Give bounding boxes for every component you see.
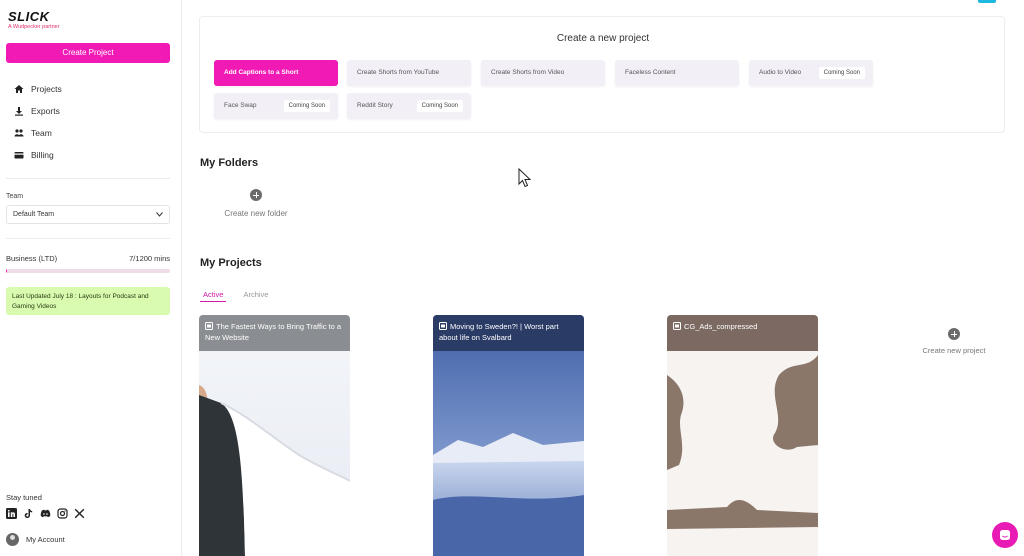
sidebar-item-billing[interactable]: Billing <box>14 144 174 166</box>
my-account[interactable]: My Account <box>6 533 65 546</box>
project-thumbnail <box>667 315 818 556</box>
option-audio-to-video[interactable]: Audio to Video Coming Soon <box>749 60 873 86</box>
sidebar-nav: Projects Exports Team Billing <box>14 78 174 166</box>
option-label: Reddit Story <box>357 102 393 109</box>
video-icon <box>673 322 681 330</box>
coming-soon-badge: Coming Soon <box>416 100 463 112</box>
chat-support-button[interactable] <box>992 522 1018 548</box>
divider <box>6 178 170 179</box>
coming-soon-badge: Coming Soon <box>818 67 865 79</box>
x-icon[interactable] <box>74 506 85 519</box>
chat-icon <box>1000 530 1010 540</box>
project-title-text: CG_Ads_compressed <box>684 322 758 331</box>
project-thumbnail <box>433 315 584 556</box>
project-card[interactable]: The Fastest Ways to Bring Traffic to a N… <box>199 315 350 556</box>
sidebar-item-label: Exports <box>31 106 60 116</box>
plan-minutes: 7/1200 mins <box>129 254 170 263</box>
option-face-swap[interactable]: Face Swap Coming Soon <box>214 93 338 119</box>
linkedin-icon[interactable] <box>6 506 17 519</box>
option-label: Audio to Video <box>759 69 802 76</box>
project-card[interactable]: Moving to Sweden?! | Worst part about li… <box>433 315 584 556</box>
option-add-captions[interactable]: Add Captions to a Short <box>214 60 338 86</box>
option-reddit-story[interactable]: Reddit Story Coming Soon <box>347 93 471 119</box>
tab-active[interactable]: Active <box>200 290 227 302</box>
stay-tuned-label: Stay tuned <box>6 493 42 502</box>
top-right-button[interactable] <box>978 0 996 3</box>
social-links <box>6 506 85 519</box>
option-label: Add Captions to a Short <box>224 69 299 76</box>
account-label: My Account <box>26 535 65 544</box>
project-card-title: CG_Ads_compressed <box>667 315 818 351</box>
card-icon <box>14 152 24 159</box>
team-select-value: Default Team <box>13 211 55 218</box>
plus-circle-icon <box>250 189 262 201</box>
instagram-icon[interactable] <box>57 506 68 519</box>
brand-subtitle: A Wudpecker partner <box>8 24 60 30</box>
usage-progress-bar <box>6 269 170 273</box>
update-notice: Last Updated July 18 : Layouts for Podca… <box>6 287 170 315</box>
folders-title: My Folders <box>200 157 259 169</box>
sidebar-item-projects[interactable]: Projects <box>14 78 174 100</box>
divider <box>6 238 170 239</box>
project-title-text: Moving to Sweden?! | Worst part about li… <box>439 322 559 342</box>
plus-circle-icon <box>948 328 960 340</box>
home-icon <box>14 85 24 93</box>
create-folder-label: Create new folder <box>224 209 288 218</box>
brand-logo: SLICK <box>8 9 50 24</box>
option-faceless-content[interactable]: Faceless Content <box>615 60 739 86</box>
option-shorts-video[interactable]: Create Shorts from Video <box>481 60 605 86</box>
team-icon <box>14 129 24 137</box>
create-project-label: Create new project <box>922 346 986 355</box>
tiktok-icon[interactable] <box>23 506 34 518</box>
create-new-project[interactable]: Create new project <box>912 328 996 355</box>
brand[interactable]: SLICK A Wudpecker partner <box>8 10 60 30</box>
project-card-title: The Fastest Ways to Bring Traffic to a N… <box>199 315 350 351</box>
video-icon <box>439 322 447 330</box>
option-label: Create Shorts from Video <box>491 69 565 76</box>
plan-usage: Business (LTD) 7/1200 mins <box>6 254 170 273</box>
sidebar: SLICK A Wudpecker partner Create Project… <box>0 0 182 556</box>
option-shorts-youtube[interactable]: Create Shorts from YouTube <box>347 60 471 86</box>
app-root: SLICK A Wudpecker partner Create Project… <box>0 0 1024 556</box>
sidebar-item-label: Billing <box>31 150 54 160</box>
project-thumbnail <box>199 315 350 556</box>
coming-soon-badge: Coming Soon <box>283 100 330 112</box>
create-new-folder[interactable]: Create new folder <box>214 189 298 218</box>
project-tabs: Active Archive <box>200 290 271 302</box>
download-icon <box>15 107 23 116</box>
tab-archive[interactable]: Archive <box>240 290 271 302</box>
create-project-panel: Create a new project Add Captions to a S… <box>199 16 1005 133</box>
create-project-button[interactable]: Create Project <box>6 43 170 63</box>
option-label: Face Swap <box>224 102 257 109</box>
option-label: Create Shorts from YouTube <box>357 69 440 76</box>
team-label: Team <box>6 193 24 200</box>
project-card-title: Moving to Sweden?! | Worst part about li… <box>433 315 584 351</box>
sidebar-item-exports[interactable]: Exports <box>14 100 174 122</box>
projects-title: My Projects <box>200 257 262 269</box>
chevron-down-icon <box>156 212 163 217</box>
video-icon <box>205 322 213 330</box>
mouse-cursor-icon <box>518 168 532 188</box>
avatar <box>6 533 19 546</box>
sidebar-item-label: Projects <box>31 84 62 94</box>
project-card[interactable]: CG_Ads_compressed <box>667 315 818 556</box>
discord-icon[interactable] <box>40 506 51 518</box>
team-select[interactable]: Default Team <box>6 205 170 224</box>
panel-title: Create a new project <box>556 33 650 44</box>
usage-progress-fill <box>6 269 7 273</box>
plan-name: Business (LTD) <box>6 254 58 263</box>
option-label: Faceless Content <box>625 69 676 76</box>
sidebar-item-label: Team <box>31 128 52 138</box>
sidebar-item-team[interactable]: Team <box>14 122 174 144</box>
project-title-text: The Fastest Ways to Bring Traffic to a N… <box>205 322 342 342</box>
